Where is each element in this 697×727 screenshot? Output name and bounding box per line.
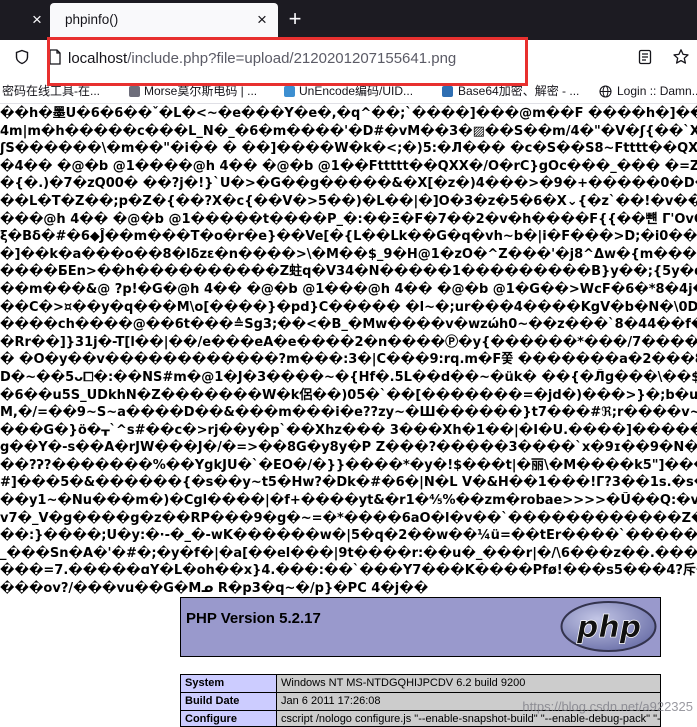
garbled-line: ��:}����;U�y:�·-�_�-wK������w�|5�q�2��w�… — [0, 528, 697, 544]
url-path: /include.php?file=upload/212020120715564… — [127, 50, 457, 67]
garbled-line: _���Sn�A�'�#�;�y�f�|�a[��el���|9t����r:�… — [0, 545, 697, 561]
garbled-line: �Rr��]}31j�-T[l��|��/e���eA�e����2�n����… — [0, 334, 697, 350]
bookmark-item[interactable]: Morse莫尔斯电码 | ... — [144, 80, 276, 103]
garbled-line: �]��k�a���o��8�lδzε�n����>\�M��$_9�H@1�ᴢ… — [0, 246, 697, 262]
favicon-icon — [442, 86, 453, 97]
previous-tab-close-button[interactable]: × — [27, 9, 47, 31]
garbled-line: ���@h 4�� �@�b @1�����t����P_�:��Ξ�F�7��… — [0, 211, 697, 227]
garbled-line: ��C�>¤��y�q���M\o[����}�pd}C����� �l~�;u… — [0, 299, 697, 315]
bookmark-label: Login :: Damn... — [617, 84, 697, 98]
bookmark-item[interactable]: Base64加密、解密 - ... — [458, 80, 594, 103]
favicon-icon — [284, 86, 295, 97]
navigation-toolbar: localhost/include.php?file=upload/212020… — [0, 40, 697, 80]
garbled-line: ���G�}ö�ᚁ`^s#��c�>rj��y�p`��Xhz��� 3���X… — [0, 422, 697, 438]
garbled-line: 4m|m�h�����c���L_N�_�6�m����'�D#�vM��3�▨… — [0, 123, 697, 139]
garbled-line: ��L�T�Z��;p�Z�{��?X�c{��V�>5��)�L��|�]O�… — [0, 193, 697, 209]
raw-binary-output: ��h�墨U�6�6��ˇ�L�<~�e���Y�e�,�q^��;`����]… — [0, 105, 697, 598]
garbled-line: �4�� �@�b @1����@h 4�� �@�b @1��Fttttt��… — [0, 158, 697, 174]
row-label: Configure — [180, 710, 277, 727]
bookmark-item[interactable]: Login :: Damn... — [617, 80, 697, 103]
garbled-line: ʃS������\�m��"�i�� � ��]����W�k�<;�)5:�Л… — [0, 141, 697, 157]
garbled-line: � �O�y��v������������?m���:3�|C���9:rq.m… — [0, 352, 697, 368]
bookmark-label: Morse莫尔斯电码 | ... — [144, 84, 258, 98]
tab-close-button[interactable]: × — [252, 9, 272, 31]
garbled-line: ����БЕn>��h����������Z蛀q�V34�N�����1����… — [0, 264, 697, 280]
php-version-title: PHP Version 5.2.17 — [186, 610, 321, 627]
favicon-icon — [129, 86, 140, 97]
php-logo-text: php — [576, 610, 641, 645]
tab-title: phpinfo() — [65, 12, 119, 27]
garbled-line: �6��u5S_UDkhN�Z�������W�k侶��)05�`��[����… — [0, 387, 697, 403]
bookmarks-toolbar: 密码在线工具-在... Morse莫尔斯电码 | ... UnEncode编码/… — [0, 80, 697, 104]
garbled-line: ���ov?/���vu��G�Mᓄ R�p3�q~�/p}�PC 4�j�� — [0, 581, 429, 597]
url-input[interactable]: localhost/include.php?file=upload/212020… — [68, 49, 518, 69]
garbled-line: �{�.)�7�zQ00� ��?j�!}`U�>�G��g�����&�X[�… — [0, 176, 697, 192]
row-label: Build Date — [180, 692, 277, 711]
garbled-line: ���=7.�����ɑY�L�oh��x}4.���:��`���Y7���K… — [0, 563, 697, 579]
php-logo: php — [560, 601, 657, 652]
bookmark-label: UnEncode编码/UID... — [299, 84, 414, 98]
garbled-line: D�~��5ᴗ⧠�:��NS#m�@1�J�3����~�{Hf�.5L��d�… — [0, 369, 697, 385]
page-icon[interactable] — [48, 49, 62, 65]
shield-icon[interactable] — [14, 49, 30, 65]
table-row: System Windows NT MS-NTDGQHIJPCDV 6.2 bu… — [180, 674, 661, 693]
watermark-text: https://blog.csdn.net/a922325 — [522, 699, 693, 714]
garbled-line: M,�/=��9~S~a����D��&���m���i�e??zy~�Ш���… — [0, 405, 697, 421]
bookmark-label: Base64加密、解密 - ... — [458, 84, 580, 98]
globe-icon — [599, 85, 612, 98]
garbled-line: #]���5�&������{�s��y~t5�Hw?�Dk�#�6�|N�L … — [0, 475, 697, 491]
bookmark-item[interactable]: 密码在线工具-在... — [2, 80, 122, 103]
garbled-line: ��m���&@ ?p!�G�@h 4�� �@�b @1���@h 4�� �… — [0, 281, 697, 297]
garbled-line: ξ�Bδ�#�6◆Ĵ��m���T�o�r�e}��Ve[�{L��Lk��G�… — [0, 229, 697, 245]
garbled-line: g��Y�-s��A�rJW���J�/�=>��8G�y8y�P Z���?�… — [0, 440, 697, 456]
new-tab-button[interactable]: + — [284, 7, 306, 31]
url-host: localhost — [68, 50, 128, 67]
row-label: System — [180, 674, 277, 693]
garbled-line: v7�_V�g����g�z��RP���9�g�~=�*����6aO�l�v… — [0, 510, 697, 526]
garbled-line: ��y1~�Nu���m�)�Cgl����|�f+����yt&�r1�⅘%�… — [0, 493, 697, 509]
bookmark-item[interactable]: UnEncode编码/UID... — [299, 80, 435, 103]
phpinfo-header: PHP Version 5.2.17 php — [180, 597, 661, 657]
tab-phpinfo[interactable]: phpinfo() × — [50, 3, 278, 37]
star-icon[interactable] — [672, 48, 690, 66]
bookmark-label: 密码在线工具-在... — [2, 84, 100, 98]
reader-view-icon[interactable] — [637, 49, 653, 65]
tab-strip: × phpinfo() × + — [0, 0, 697, 40]
row-value: Windows NT MS-NTDGQHIJPCDV 6.2 build 920… — [276, 674, 661, 693]
garbled-line: ����ch����@��6t���≙Sg3;��<�B_�Mw����v�wz… — [0, 317, 697, 333]
garbled-line: ��?ʔ?�������%��YgkJU�`�EO�/�}}����*�y�!$… — [0, 457, 697, 473]
garbled-line: ��h�墨U�6�6��ˇ�L�<~�e���Y�e�,�q^��;`����]… — [0, 106, 697, 121]
